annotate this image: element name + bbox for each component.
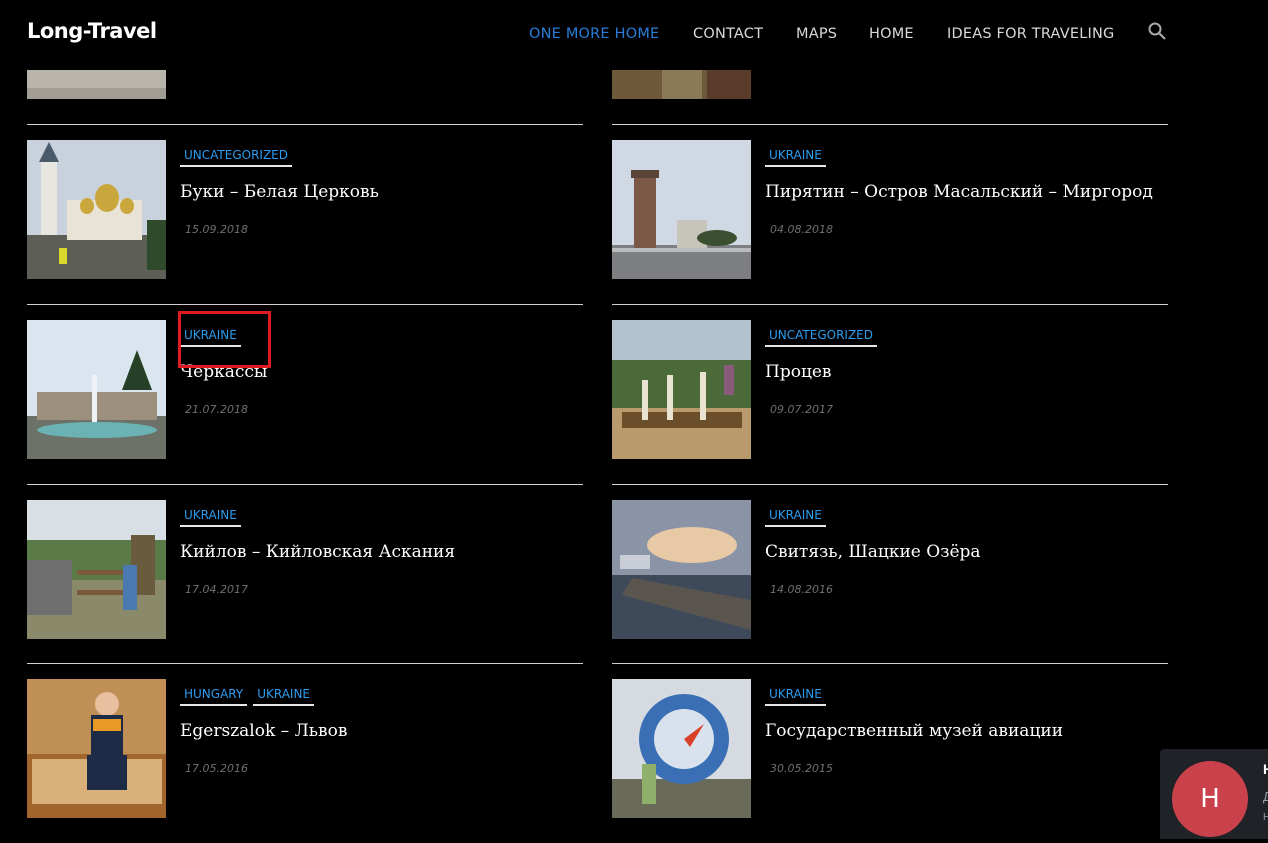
post-categories: HUNGARY UKRAINE — [180, 685, 320, 706]
post-title[interactable]: Egerszalok – Львов — [180, 721, 347, 741]
post-categories: UKRAINE — [765, 506, 832, 527]
site-header: Long-Travel ONE MORE HOME CONTACT MAPS H… — [0, 0, 1268, 70]
post-card: HUNGARY UKRAINE Egerszalok – Львов 17.05.… — [27, 663, 583, 843]
notification-popup[interactable]: H Н Д Н — [1160, 749, 1268, 839]
post-thumbnail[interactable] — [27, 679, 166, 818]
post-categories: UNCATEGORIZED — [765, 326, 883, 347]
post-categories: UNCATEGORIZED — [180, 146, 298, 167]
category-link[interactable]: UKRAINE — [765, 508, 826, 527]
category-link[interactable]: UKRAINE — [253, 687, 315, 706]
post-date: 30.05.2015 — [770, 762, 833, 775]
category-link[interactable]: HUNGARY — [180, 687, 248, 706]
post-thumbnail[interactable] — [612, 140, 751, 279]
post-title[interactable]: Государственный музей авиации — [765, 721, 1063, 741]
notification-title: Н — [1263, 761, 1268, 777]
post-card: UNCATEGORIZED Буки – Белая Церковь 15.09… — [27, 124, 583, 304]
category-link[interactable]: UKRAINE — [765, 687, 826, 706]
post-date: 14.08.2016 — [770, 583, 833, 596]
nav-ideas-for-traveling[interactable]: IDEAS FOR TRAVELING — [947, 26, 1114, 42]
avatar: H — [1172, 761, 1248, 837]
post-title[interactable]: Пирятин – Остров Масальский – Миргород — [765, 182, 1153, 202]
post-thumbnail[interactable] — [27, 500, 166, 639]
post-card: UKRAINE Черкассы 21.07.2018 — [27, 304, 583, 484]
category-link[interactable]: UNCATEGORIZED — [180, 148, 292, 167]
post-categories: UKRAINE — [765, 146, 832, 167]
post-title[interactable]: Кийлов – Кийловская Аскания — [180, 542, 455, 562]
post-card: UKRAINE Пирятин – Остров Масальский – Ми… — [612, 124, 1168, 304]
post-thumbnail[interactable] — [27, 140, 166, 279]
post-thumbnail[interactable] — [612, 320, 751, 459]
post-date: 15.09.2018 — [185, 223, 248, 236]
post-card: UKRAINE Свитязь, Шацкие Озёра 14.08.2016 — [612, 484, 1168, 664]
nav-one-more-home[interactable]: ONE MORE HOME — [529, 26, 659, 42]
post-categories: UKRAINE — [180, 506, 247, 527]
post-thumbnail[interactable] — [612, 679, 751, 818]
post-card: UNCATEGORIZED Процев 09.07.2017 — [612, 304, 1168, 484]
post-title[interactable]: Процев — [765, 362, 832, 382]
search-icon[interactable] — [1147, 21, 1167, 41]
nav-home[interactable]: HOME — [869, 26, 914, 42]
category-link[interactable]: UNCATEGORIZED — [765, 328, 877, 347]
post-title[interactable]: Буки – Белая Церковь — [180, 182, 379, 202]
post-thumbnail-partial[interactable] — [27, 70, 166, 99]
post-date: 17.05.2016 — [185, 762, 248, 775]
category-link[interactable]: UKRAINE — [180, 508, 241, 527]
post-date: 04.08.2018 — [770, 223, 833, 236]
nav-contact[interactable]: CONTACT — [693, 26, 763, 42]
highlight-annotation — [178, 311, 271, 368]
post-date: 21.07.2018 — [185, 403, 248, 416]
nav-maps[interactable]: MAPS — [796, 26, 837, 42]
site-logo[interactable]: Long-Travel — [27, 19, 157, 43]
post-thumbnail[interactable] — [612, 500, 751, 639]
post-card: UKRAINE Государственный музей авиации 30… — [612, 663, 1168, 843]
post-title[interactable]: Свитязь, Шацкие Озёра — [765, 542, 981, 562]
post-card: UKRAINE Кийлов – Кийловская Аскания 17.0… — [27, 484, 583, 664]
post-thumbnail[interactable] — [27, 320, 166, 459]
post-categories: UKRAINE — [765, 685, 832, 706]
notification-meta: Н — [1263, 812, 1268, 823]
notification-text: Д — [1263, 789, 1268, 804]
post-date: 17.04.2017 — [185, 583, 248, 596]
post-date: 09.07.2017 — [770, 403, 833, 416]
post-thumbnail-partial[interactable] — [612, 70, 751, 99]
category-link[interactable]: UKRAINE — [765, 148, 826, 167]
